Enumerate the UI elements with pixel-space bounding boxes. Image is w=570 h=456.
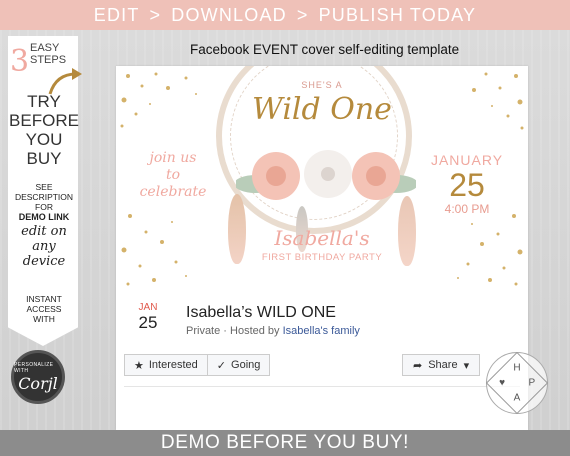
event-date-box: JAN 25 [128, 302, 168, 333]
see-line: FOR [35, 202, 53, 212]
top-banner: EDIT > DOWNLOAD > PUBLISH TODAY [0, 0, 570, 30]
bottom-banner: DEMO BEFORE YOU BUY! [0, 430, 570, 456]
join-us-text: join us to celebrate [138, 150, 208, 201]
step-separator: > [149, 4, 162, 25]
cover-date: JANUARY 25 4:00 PM [426, 152, 508, 216]
wild-one-title: Wild One [252, 92, 392, 127]
logo-letter: A [513, 392, 521, 404]
going-button[interactable]: ✓ Going [207, 354, 271, 376]
step-edit: EDIT [93, 4, 140, 25]
try-line: YOU BUY [25, 130, 63, 168]
see-description: SEE DESCRIPTION FOR DEMO LINK [6, 182, 82, 222]
share-arrow-icon: ➦ [413, 359, 423, 372]
demo-link-label: DEMO LINK [18, 212, 70, 222]
corjl-caption: PERSONALIZE WITH [14, 361, 54, 374]
instant-access: INSTANT ACCESS WITH [6, 294, 82, 324]
try-line: BEFORE [9, 111, 79, 130]
shop-logo-diamond: H P ♥ A [485, 351, 549, 415]
see-line: SEE [35, 182, 53, 192]
see-line: DESCRIPTION [14, 192, 74, 202]
corjl-name: Corjl [18, 373, 58, 393]
template-heading: Facebook EVENT cover self-editing templa… [190, 42, 460, 57]
promo-sidebar: 3 EASY STEPS TRY BEFORE YOU BUY SEE DESC… [0, 32, 84, 430]
join-line: to [165, 167, 181, 183]
edit-on-any-device: edit on any device [6, 224, 82, 269]
instant-line: INSTANT [26, 294, 62, 304]
shes-a-text: SHE'S A [301, 80, 343, 90]
share-button[interactable]: ➦ Share ▾ [402, 354, 481, 376]
privacy-text: Private · Hosted by [186, 325, 283, 337]
honoree-name: Isabella's [274, 226, 370, 250]
event-cover-image: SHE'S A Wild One join us to celebrate JA… [116, 66, 528, 292]
step-publish: PUBLISH TODAY [318, 4, 477, 25]
edit-line: device [22, 254, 66, 269]
cover-time: 4:00 PM [444, 202, 490, 216]
steps-label: EASY STEPS [30, 42, 66, 66]
edit-line: edit on [21, 224, 67, 239]
event-details: JAN 25 Isabella’s WILD ONE Private · Hos… [116, 292, 528, 430]
divider [124, 386, 520, 387]
step-download: DOWNLOAD [171, 4, 287, 25]
party-subtitle: FIRST BIRTHDAY PARTY [261, 252, 383, 263]
check-icon: ✓ [216, 359, 227, 372]
try-line: TRY [27, 92, 61, 111]
instant-line: ACCESS [26, 304, 62, 314]
cover-month: JANUARY [430, 152, 504, 168]
rsvp-buttons: ★ Interested ✓ Going [124, 354, 271, 376]
event-title[interactable]: Isabella’s WILD ONE [186, 304, 336, 322]
share-label: Share [428, 359, 458, 371]
event-privacy: Private · Hosted by Isabella's family [186, 325, 360, 337]
join-line: celebrate [139, 184, 207, 200]
going-label: Going [231, 359, 261, 371]
star-icon: ★ [134, 359, 144, 372]
interested-label: Interested [148, 359, 198, 371]
steps-number: 3 [10, 44, 30, 79]
corjl-logo: PERSONALIZE WITH Corjl [11, 350, 65, 404]
try-before-you-buy: TRY BEFORE YOU BUY [6, 92, 82, 168]
chevron-down-icon: ▾ [463, 359, 470, 372]
steps-label-line: STEPS [30, 54, 67, 66]
instant-line: WITH [33, 314, 55, 324]
interested-button[interactable]: ★ Interested [124, 354, 208, 376]
join-line: join us [149, 150, 197, 166]
floral-arrangement [236, 150, 416, 200]
event-day: 25 [138, 313, 158, 332]
step-separator: > [296, 4, 309, 25]
facebook-event-card: SHE'S A Wild One join us to celebrate JA… [116, 66, 528, 430]
host-link[interactable]: Isabella's family [283, 325, 360, 337]
shop-logo: H P ♥ A [485, 351, 549, 415]
edit-line: any [32, 239, 56, 254]
cover-day: 25 [449, 167, 485, 203]
steps-label-line: EASY [30, 42, 60, 54]
event-month: JAN [138, 302, 158, 313]
